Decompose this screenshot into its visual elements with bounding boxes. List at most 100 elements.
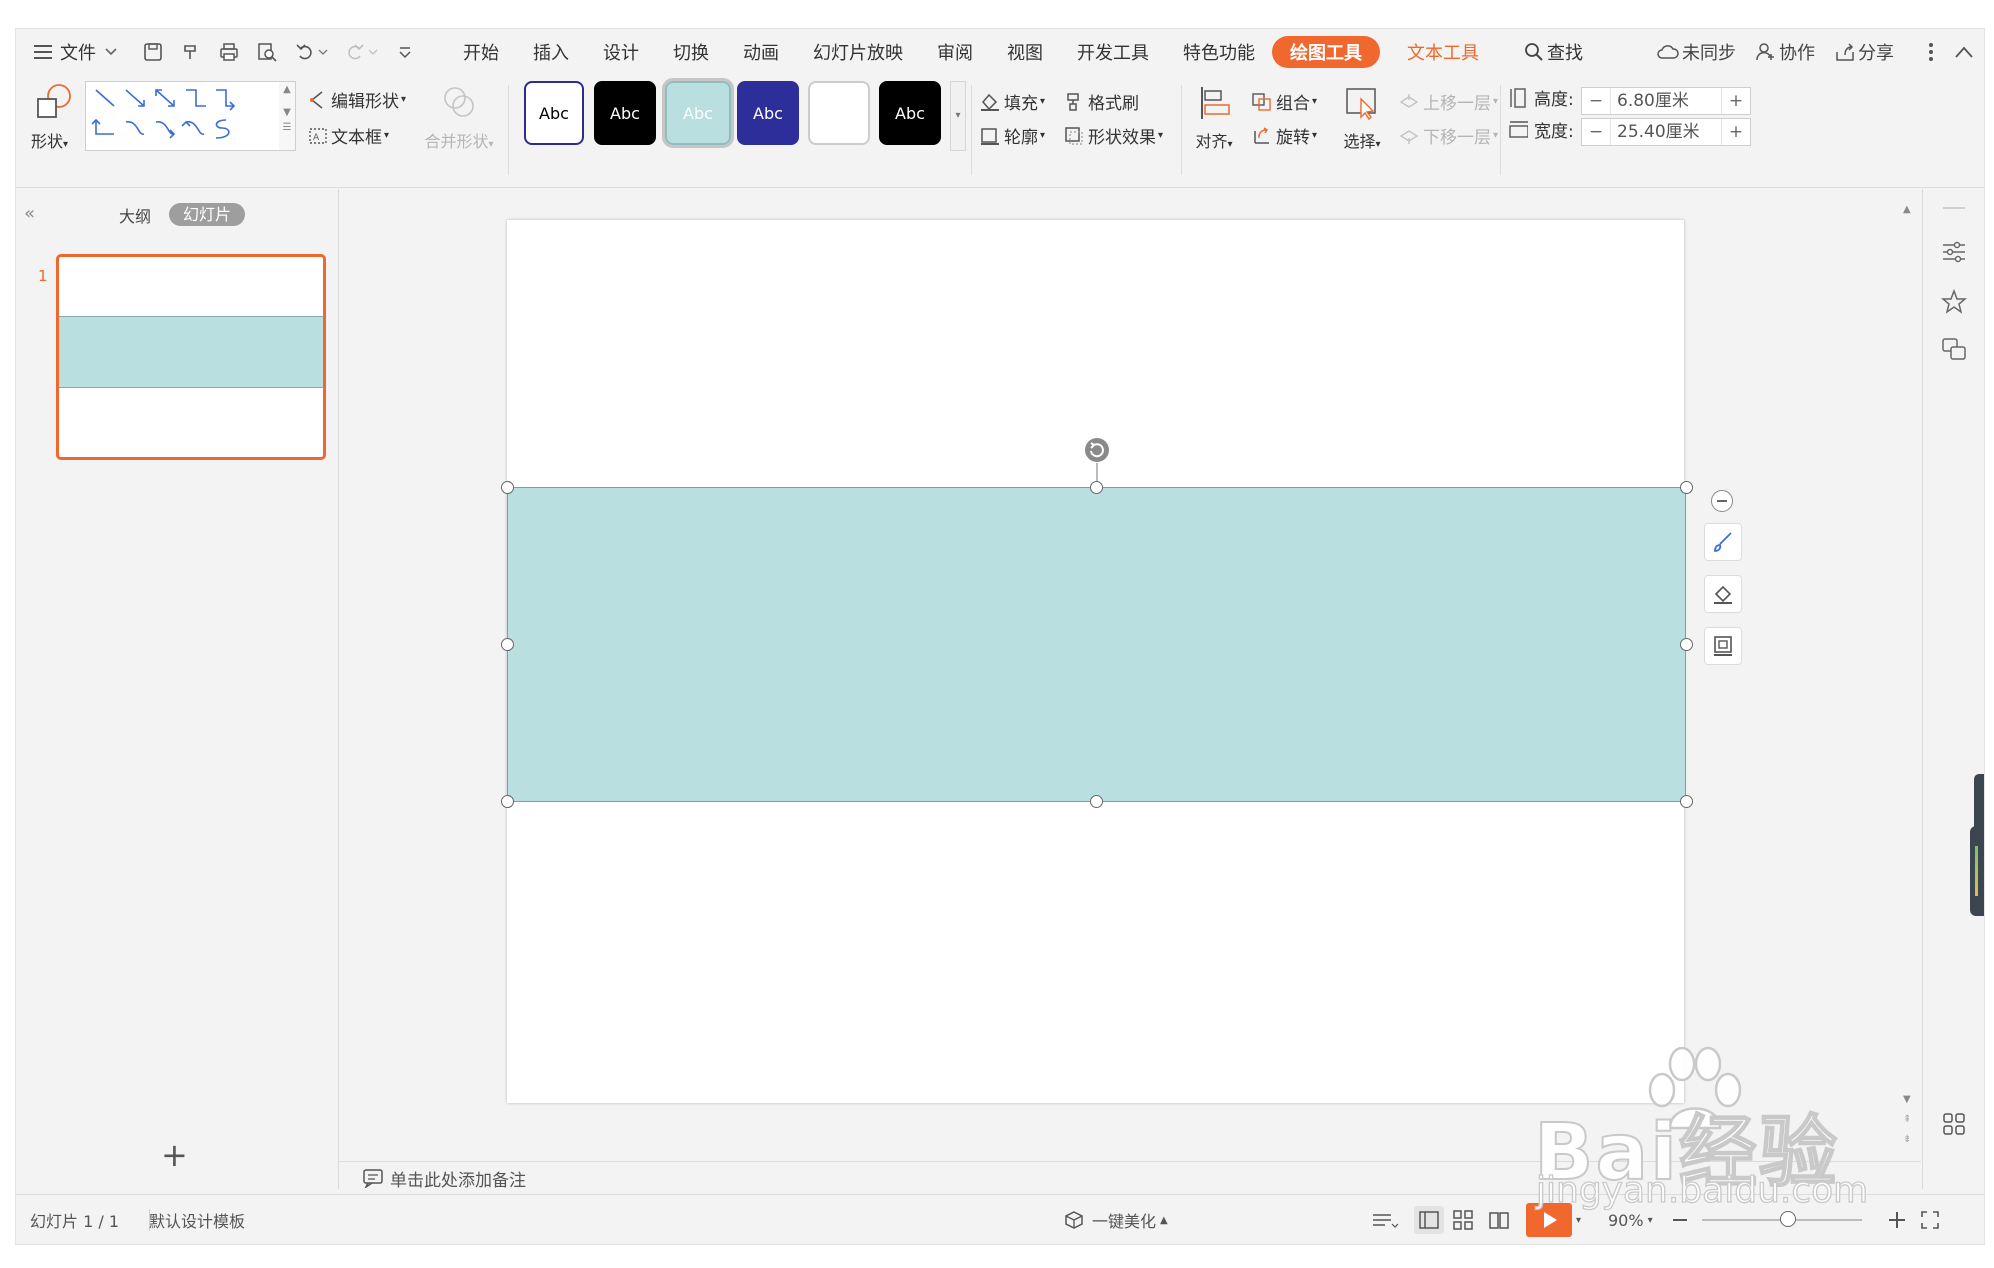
tab-home[interactable]: 开始 [463, 39, 499, 65]
tab-text-tools[interactable]: 文本工具 [1407, 39, 1479, 65]
vertical-scrollbar[interactable]: ▲ ▼ ⇞ ⇟ [1901, 204, 1913, 1164]
format-painter-button[interactable]: 格式刷 [1064, 89, 1139, 114]
undo-icon[interactable] [294, 41, 316, 63]
style-preset-4[interactable]: Abc [737, 81, 799, 145]
collapse-panel-icon[interactable]: « [24, 203, 35, 224]
property-settings-icon[interactable] [1941, 239, 1967, 265]
undo-dropdown-icon[interactable] [318, 41, 328, 63]
rectangle-shape[interactable] [507, 487, 1686, 802]
resize-handle-bottom[interactable] [1090, 795, 1103, 808]
file-menu[interactable]: 文件 [34, 39, 118, 65]
shape-gallery[interactable] [85, 81, 281, 151]
slide-thumbnail[interactable] [56, 254, 326, 460]
style-preset-6[interactable]: Abc [879, 81, 941, 145]
more-options-icon[interactable] [1928, 42, 1934, 62]
style-preset-1[interactable]: Abc [524, 81, 584, 145]
resize-handle-top-left[interactable] [501, 481, 514, 494]
collapse-ribbon-icon[interactable] [1954, 45, 1974, 59]
shape-button[interactable]: 形状▾ [31, 83, 77, 152]
zoom-slider[interactable] [1702, 1195, 1862, 1244]
width-stepper[interactable]: − 25.40厘米 + [1581, 118, 1751, 146]
format-painter-icon[interactable] [180, 41, 202, 63]
star-icon[interactable] [1941, 289, 1967, 315]
merge-shape-button[interactable]: 合并形状▾ [424, 85, 494, 152]
tab-developer[interactable]: 开发工具 [1077, 39, 1149, 65]
style-gallery-more[interactable]: ▾ [950, 81, 966, 151]
shape-style-button[interactable] [1704, 523, 1742, 561]
width-decrement-button[interactable]: − [1582, 122, 1610, 142]
width-value[interactable]: 25.40厘米 [1610, 119, 1722, 145]
resize-handle-top-right[interactable] [1680, 481, 1693, 494]
tab-animation[interactable]: 动画 [743, 39, 779, 65]
play-slideshow-button[interactable]: ▾ [1526, 1195, 1581, 1244]
tab-outline[interactable]: 大纲 [119, 203, 151, 227]
collaborate-button[interactable]: 协作 [1756, 39, 1815, 65]
height-increment-button[interactable]: + [1722, 91, 1750, 111]
edit-shape-button[interactable]: 编辑形状 ▾ [308, 87, 406, 112]
translate-icon[interactable] [1941, 337, 1967, 363]
zoom-level[interactable]: 90% ▾ [1608, 1195, 1653, 1244]
beautify-button[interactable]: 一键美化 ▲ [1064, 1195, 1168, 1244]
align-button[interactable]: 对齐▾ [1188, 85, 1240, 152]
print-icon[interactable] [218, 41, 240, 63]
style-preset-3[interactable]: Abc [662, 78, 734, 148]
height-decrement-button[interactable]: − [1582, 91, 1610, 111]
add-slide-button[interactable]: + [161, 1136, 188, 1174]
tab-features[interactable]: 特色功能 [1183, 39, 1255, 65]
print-preview-icon[interactable] [256, 41, 278, 63]
redo-icon[interactable] [344, 41, 366, 63]
tab-view[interactable]: 视图 [1007, 39, 1043, 65]
tab-design[interactable]: 设计 [603, 39, 639, 65]
notes-toggle-button[interactable] [1371, 1195, 1399, 1244]
shape-fill-button[interactable] [1704, 575, 1742, 613]
search-button[interactable]: 查找 [1524, 39, 1583, 65]
resize-handle-bottom-right[interactable] [1680, 795, 1693, 808]
notes-placeholder: 单击此处添加备注 [390, 1170, 526, 1191]
height-value[interactable]: 6.80厘米 [1610, 88, 1722, 114]
slide-sorter-button[interactable] [1452, 1195, 1474, 1244]
fit-window-button[interactable] [1921, 1195, 1939, 1244]
textbox-button[interactable]: A 文本框 ▾ [308, 123, 389, 148]
sync-status-button[interactable]: 未同步 [1657, 39, 1736, 65]
tab-transitions[interactable]: 切换 [673, 39, 709, 65]
tab-drawing-tools[interactable]: 绘图工具 [1272, 36, 1380, 68]
zoom-out-button[interactable] [1672, 1195, 1688, 1244]
bring-forward-button[interactable]: 上移一层 ▾ [1398, 89, 1498, 114]
grid-icon[interactable] [1941, 1111, 1967, 1137]
shape-effect-button[interactable]: 形状效果 ▾ [1064, 123, 1163, 148]
fill-button[interactable]: 填充 ▾ [979, 89, 1045, 114]
zoom-slider-thumb[interactable] [1780, 1211, 1796, 1227]
rotate-button[interactable]: 旋转 ▾ [1251, 123, 1317, 148]
resize-handle-bottom-left[interactable] [501, 795, 514, 808]
customize-toolbar-icon[interactable] [394, 41, 416, 63]
normal-view-button[interactable] [1414, 1195, 1444, 1244]
redo-dropdown-icon[interactable] [368, 41, 378, 63]
tab-slides[interactable]: 幻灯片 [169, 201, 246, 226]
select-button[interactable]: 选择▾ [1336, 85, 1388, 152]
width-increment-button[interactable]: + [1722, 122, 1750, 142]
resize-handle-left[interactable] [501, 638, 514, 651]
resize-handle-right[interactable] [1680, 638, 1693, 651]
tab-review[interactable]: 审阅 [937, 39, 973, 65]
side-drawer-tab[interactable] [1970, 826, 1984, 916]
save-icon[interactable] [142, 41, 164, 63]
send-backward-button[interactable]: 下移一层 ▾ [1398, 123, 1498, 148]
group-button[interactable]: 组合 ▾ [1251, 89, 1317, 114]
template-name[interactable]: 默认设计模板 [149, 1195, 245, 1244]
zoom-in-button[interactable] [1888, 1195, 1906, 1244]
style-preset-2[interactable]: Abc [594, 81, 656, 145]
tab-slideshow[interactable]: 幻灯片放映 [813, 39, 903, 65]
height-stepper[interactable]: − 6.80厘米 + [1581, 87, 1751, 115]
gallery-scroll[interactable]: ▲ ▼ ☰ [279, 81, 296, 151]
notes-area[interactable]: 单击此处添加备注 [338, 1161, 1921, 1194]
tab-insert[interactable]: 插入 [533, 39, 569, 65]
collapse-float-icon[interactable] [1711, 490, 1733, 512]
outline-button[interactable]: 轮廓 ▾ [979, 123, 1045, 148]
resize-handle-top[interactable] [1090, 481, 1103, 494]
share-button[interactable]: 分享 [1835, 39, 1894, 65]
beautify-icon [1065, 1211, 1083, 1229]
style-preset-5[interactable] [808, 81, 870, 145]
shape-outline-button[interactable] [1704, 627, 1742, 665]
reading-view-button[interactable] [1488, 1195, 1510, 1244]
edit-shape-icon [310, 90, 323, 109]
